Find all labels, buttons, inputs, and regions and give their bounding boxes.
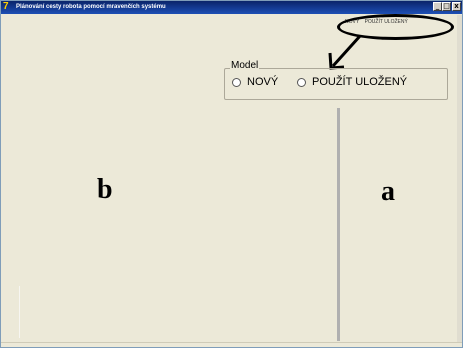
radio-new-label: NOVÝ: [247, 76, 279, 88]
arrow-icon: [328, 34, 362, 70]
radio-use-saved-label: POUŽÍT ULOŽENÝ: [312, 76, 408, 88]
title-bar[interactable]: 7 Plánování cesty robota pomocí mravenčí…: [1, 1, 462, 14]
window-title: Plánování cesty robota pomocí mravenčích…: [16, 4, 166, 10]
right-scroll-strip[interactable]: [457, 15, 462, 343]
radio-new-button[interactable]: [232, 77, 241, 87]
radio-use-saved[interactable]: POUŽÍT ULOŽENÝ: [297, 76, 407, 88]
left-panel-label: b: [97, 174, 113, 205]
panel-divider[interactable]: [337, 108, 340, 341]
minimize-button[interactable]: _: [433, 2, 442, 11]
bottom-edge: [1, 342, 462, 343]
maximize-button[interactable]: □: [442, 2, 451, 11]
app-window: 7 Plánování cesty robota pomocí mravenčí…: [0, 0, 463, 348]
app-icon: 7: [3, 1, 9, 12]
radio-use-saved-button[interactable]: [297, 77, 306, 87]
close-button[interactable]: x: [452, 2, 461, 11]
radio-new[interactable]: NOVÝ: [232, 76, 278, 88]
faint-line: [19, 286, 20, 338]
model-legend: Model: [230, 60, 260, 72]
right-panel-label: a: [381, 176, 395, 207]
